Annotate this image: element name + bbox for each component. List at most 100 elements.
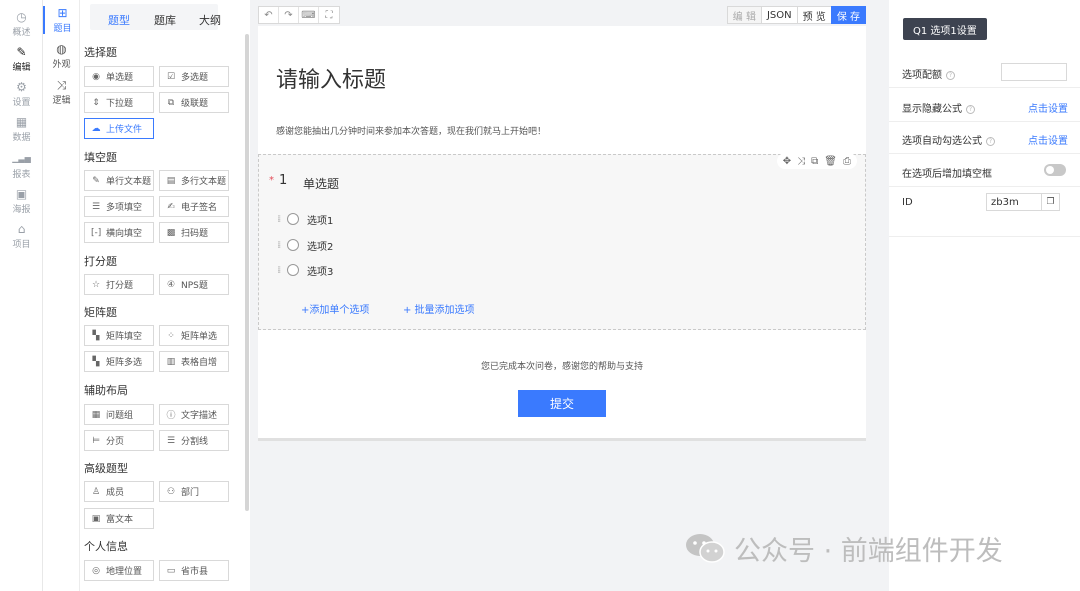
option-row[interactable]: ⁞⁞ 选项3 (277, 262, 333, 278)
survey-description[interactable]: 感谢您能抽出几分钟时间来参加本次答题，现在我们就马上开始吧！ (276, 124, 546, 137)
copy-icon[interactable]: ❐ (1041, 194, 1059, 210)
add-location-button[interactable]: ◎ 地理位置 (84, 560, 154, 581)
hide-formula-link[interactable]: 点击设置 (1028, 100, 1068, 115)
add-member-button[interactable]: ♙ 成员 (84, 481, 154, 502)
option-label[interactable]: 选项2 (307, 238, 333, 253)
add-multi-fill-button[interactable]: ☰ 多项填空 (84, 196, 154, 217)
radio-circle (287, 264, 299, 276)
id-field[interactable]: zb3m ❐ (986, 193, 1060, 211)
palette-scrollbar[interactable] (245, 34, 249, 511)
add-single-choice-button[interactable]: ◉ 单选题 (84, 66, 154, 87)
fullscreen-icon[interactable]: ⛶ (319, 7, 339, 23)
save-button[interactable]: 保 存 (830, 6, 866, 24)
auto-check-link[interactable]: 点击设置 (1028, 132, 1068, 147)
bar-chart-icon: ▁▃▅ (12, 154, 31, 163)
json-button[interactable]: JSON (760, 6, 798, 24)
add-paging-button[interactable]: ⊨ 分页 (84, 430, 154, 451)
help-icon[interactable]: ? (946, 71, 955, 80)
watermark: 公众号 · 前端组件开发 (684, 528, 1003, 568)
required-mark: * (269, 175, 274, 186)
nav-item-project[interactable]: ⌂ 项目 (0, 222, 43, 250)
survey-canvas: 请输入标题 感谢您能抽出几分钟时间来参加本次答题，现在我们就马上开始吧！ ✥ ⤨… (258, 26, 866, 438)
add-group-button[interactable]: ▦ 问题组 (84, 404, 154, 425)
info-icon: ⓘ (166, 411, 176, 421)
mode-logic[interactable]: ⤨ 逻辑 (43, 78, 80, 106)
id-value[interactable]: zb3m (987, 197, 1041, 208)
preview-button[interactable]: 预 览 (796, 6, 832, 24)
move-icon[interactable]: ✥ (783, 156, 791, 167)
nav-item-edit[interactable]: ✎ 编辑 (0, 45, 43, 73)
survey-title[interactable]: 请输入标题 (276, 62, 386, 94)
add-upload-button[interactable]: ☁ 上传文件 (84, 118, 154, 139)
add-dept-button[interactable]: ⚇ 部门 (159, 481, 229, 502)
setting-add-fill: 在选项后增加填空框 (889, 155, 1080, 187)
bank-icon[interactable]: ⎙ (843, 156, 851, 167)
shuffle-icon[interactable]: ⤨ (797, 156, 805, 167)
history-toolbar: ↶ ↷ ⌨ ⛶ (258, 6, 340, 24)
add-matrix-single-button[interactable]: ⁘ 矩阵单选 (159, 325, 229, 346)
nps-icon: ④ (166, 279, 176, 290)
add-scan-button[interactable]: ▩ 扫码题 (159, 222, 229, 243)
section-fill: 填空题 (84, 151, 117, 164)
add-nps-button[interactable]: ④ NPS题 (159, 274, 229, 295)
option-row[interactable]: ⁞⁞ 选项2 (277, 237, 333, 253)
add-richtext-button[interactable]: ▣ 富文本 (84, 508, 154, 529)
add-signature-button[interactable]: ✍ 电子签名 (159, 196, 229, 217)
add-single-option-link[interactable]: +添加单个选项 (301, 301, 369, 316)
add-matrix-fill-button[interactable]: ▚ 矩阵填空 (84, 325, 154, 346)
nav-item-overview[interactable]: ◷ 概述 (0, 10, 43, 38)
add-divider-button[interactable]: ☰ 分割线 (159, 430, 229, 451)
qrcode-icon: ▩ (166, 227, 176, 238)
option-label[interactable]: 选项3 (307, 263, 333, 278)
nav-item-data[interactable]: ▦ 数据 (0, 115, 43, 143)
submit-button[interactable]: 提交 (518, 390, 606, 417)
list-icon: ☰ (91, 201, 101, 212)
edit-button[interactable]: 编 辑 (726, 6, 762, 24)
add-cascade-button[interactable]: ⧉ 级联题 (159, 92, 229, 113)
table-icon: ▦ (15, 115, 28, 129)
undo-icon[interactable]: ↶ (259, 7, 279, 23)
tab-question-bank[interactable]: 题库 (154, 12, 176, 28)
add-table-auto-button[interactable]: ▥ 表格自增 (159, 351, 229, 372)
add-rating-button[interactable]: ☆ 打分题 (84, 274, 154, 295)
tab-outline[interactable]: 大纲 (199, 12, 221, 28)
add-multi-choice-button[interactable]: ☑ 多选题 (159, 66, 229, 87)
delete-icon[interactable]: 🗑︎ (824, 156, 837, 167)
nav-item-settings[interactable]: ⚙ 设置 (0, 80, 43, 108)
mode-appearance[interactable]: ◍ 外观 (43, 42, 80, 70)
drag-handle-icon[interactable]: ⁞⁞ (277, 240, 287, 251)
add-text-desc-button[interactable]: ⓘ 文字描述 (159, 404, 229, 425)
redo-icon[interactable]: ↷ (279, 7, 299, 23)
section-matrix: 矩阵题 (84, 306, 117, 319)
drag-handle-icon[interactable]: ⁞⁞ (277, 265, 287, 276)
add-horizontal-fill-button[interactable]: [-] 横向填空 (84, 222, 154, 243)
mode-questions[interactable]: ⊞ 题目 (43, 6, 80, 34)
add-dropdown-button[interactable]: ⇕ 下拉题 (84, 92, 154, 113)
main-nav-rail: ◷ 概述 ✎ 编辑 ⚙ 设置 ▦ 数据 ▁▃▅ 报表 ▣ 海报 ⌂ 项目 (0, 0, 43, 591)
location-icon: ◎ (92, 565, 100, 576)
batch-add-options-link[interactable]: + 批量添加选项 (403, 301, 475, 316)
help-icon[interactable]: ? (966, 105, 975, 114)
add-region-button[interactable]: ▭ 省市县 (159, 560, 229, 581)
add-multi-text-button[interactable]: ▤ 多行文本题 (159, 170, 229, 191)
add-single-text-button[interactable]: ✎ 单行文本题 (84, 170, 154, 191)
section-score: 打分题 (84, 255, 117, 268)
add-fill-toggle[interactable] (1044, 164, 1066, 176)
question-title[interactable]: 单选题 (303, 175, 339, 192)
question-card[interactable]: ✥ ⤨ ⧉ 🗑︎ ⎙ * 1 单选题 ⁞⁞ 选项1 ⁞⁞ 选项2 ⁞⁞ 选项3 … (258, 153, 866, 330)
keyboard-icon[interactable]: ⌨ (299, 7, 319, 23)
option-row[interactable]: ⁞⁞ 选项1 (277, 211, 333, 227)
copy-icon[interactable]: ⧉ (811, 156, 818, 167)
home-icon: ⌂ (17, 222, 26, 236)
component-palette: 题型 题库 大纲 选择题 ◉ 单选题 ☑ 多选题 ⇕ 下拉题 ⧉ 级联题 ☁ 上传文件 填… (80, 0, 250, 591)
nav-item-report[interactable]: ▁▃▅ 报表 (0, 152, 43, 180)
add-matrix-multi-button[interactable]: ▚ 矩阵多选 (84, 351, 154, 372)
help-icon[interactable]: ? (986, 137, 995, 146)
palette-icon: ◍ (56, 42, 67, 56)
quota-input[interactable] (1001, 63, 1067, 81)
drag-handle-icon[interactable]: ⁞⁞ (277, 214, 287, 225)
setting-id: ID zb3m ❐ (889, 187, 1080, 237)
tab-question-types[interactable]: 题型 (108, 12, 130, 28)
option-label[interactable]: 选项1 (307, 212, 333, 227)
nav-item-poster[interactable]: ▣ 海报 (0, 187, 43, 215)
